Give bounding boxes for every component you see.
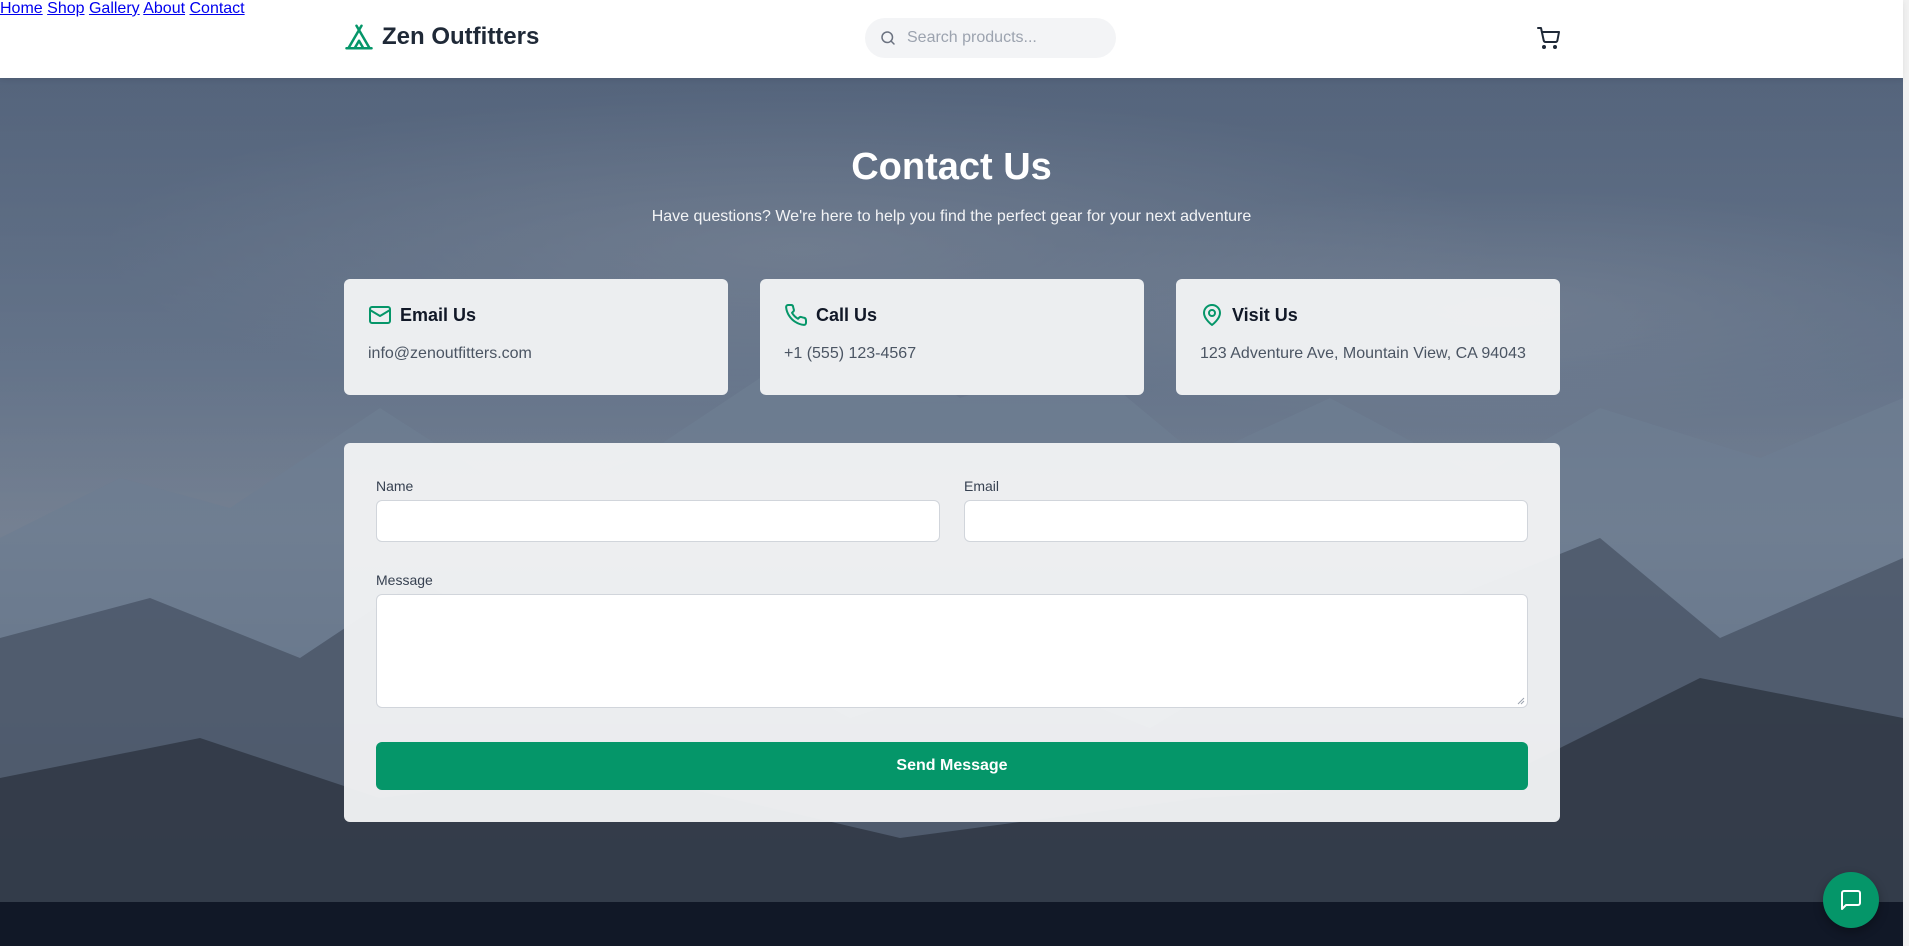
- nav-shop[interactable]: Shop: [47, 0, 84, 17]
- page-subtitle: Have questions? We're here to help you f…: [651, 208, 1252, 225]
- street-address: 123 Adventure Ave, Mountain View, CA 940…: [1200, 345, 1526, 362]
- card-title: Call Us: [816, 304, 878, 325]
- chat-button[interactable]: [1823, 872, 1879, 928]
- nav-home[interactable]: Home: [0, 0, 43, 17]
- message-textarea[interactable]: [376, 594, 1528, 708]
- map-pin-icon: [1200, 303, 1224, 327]
- search-bar[interactable]: [865, 18, 1116, 58]
- contact-form: Name Email Message Send Message: [344, 443, 1560, 822]
- nav-about[interactable]: About: [143, 0, 185, 17]
- phone-icon: [784, 303, 808, 327]
- card-title: Email Us: [400, 304, 477, 325]
- send-message-button[interactable]: Send Message: [376, 742, 1528, 790]
- search-icon: [879, 29, 897, 47]
- site-header: Zen Outfitters Home Shop Gallery About C…: [0, 0, 1903, 78]
- contact-hero: Contact Us Have questions? We're here to…: [0, 78, 1903, 902]
- nav-contact[interactable]: Contact: [189, 0, 244, 17]
- email-address[interactable]: info@zenoutfitters.com: [368, 345, 704, 363]
- tent-icon: [344, 22, 374, 52]
- phone-number[interactable]: +1 (555) 123-4567: [784, 345, 1120, 363]
- email-label: Email: [964, 478, 1000, 494]
- name-field[interactable]: [376, 500, 940, 542]
- site-footer: [0, 902, 1909, 946]
- nav-gallery[interactable]: Gallery: [89, 0, 140, 17]
- cart-icon[interactable]: [1536, 26, 1560, 50]
- card-title: Visit Us: [1232, 304, 1298, 325]
- page-title: Contact Us: [851, 146, 1052, 188]
- page-scrollbar[interactable]: [1903, 0, 1909, 946]
- message-label: Message: [376, 572, 433, 588]
- address-card: Visit Us 123 Adventure Ave, Mountain Vie…: [1176, 279, 1560, 395]
- brand-name: Zen Outfitters: [382, 23, 540, 50]
- resize-handle-icon[interactable]: [1517, 697, 1525, 705]
- brand-logo[interactable]: Zen Outfitters: [344, 22, 539, 52]
- phone-card: Call Us +1 (555) 123-4567: [760, 279, 1144, 395]
- email-field[interactable]: [964, 500, 1528, 542]
- name-label: Name: [376, 478, 414, 494]
- chat-bubble-icon: [1839, 888, 1863, 912]
- mail-icon: [368, 303, 392, 327]
- email-card: Email Us info@zenoutfitters.com: [344, 279, 728, 395]
- search-input[interactable]: [907, 29, 1097, 47]
